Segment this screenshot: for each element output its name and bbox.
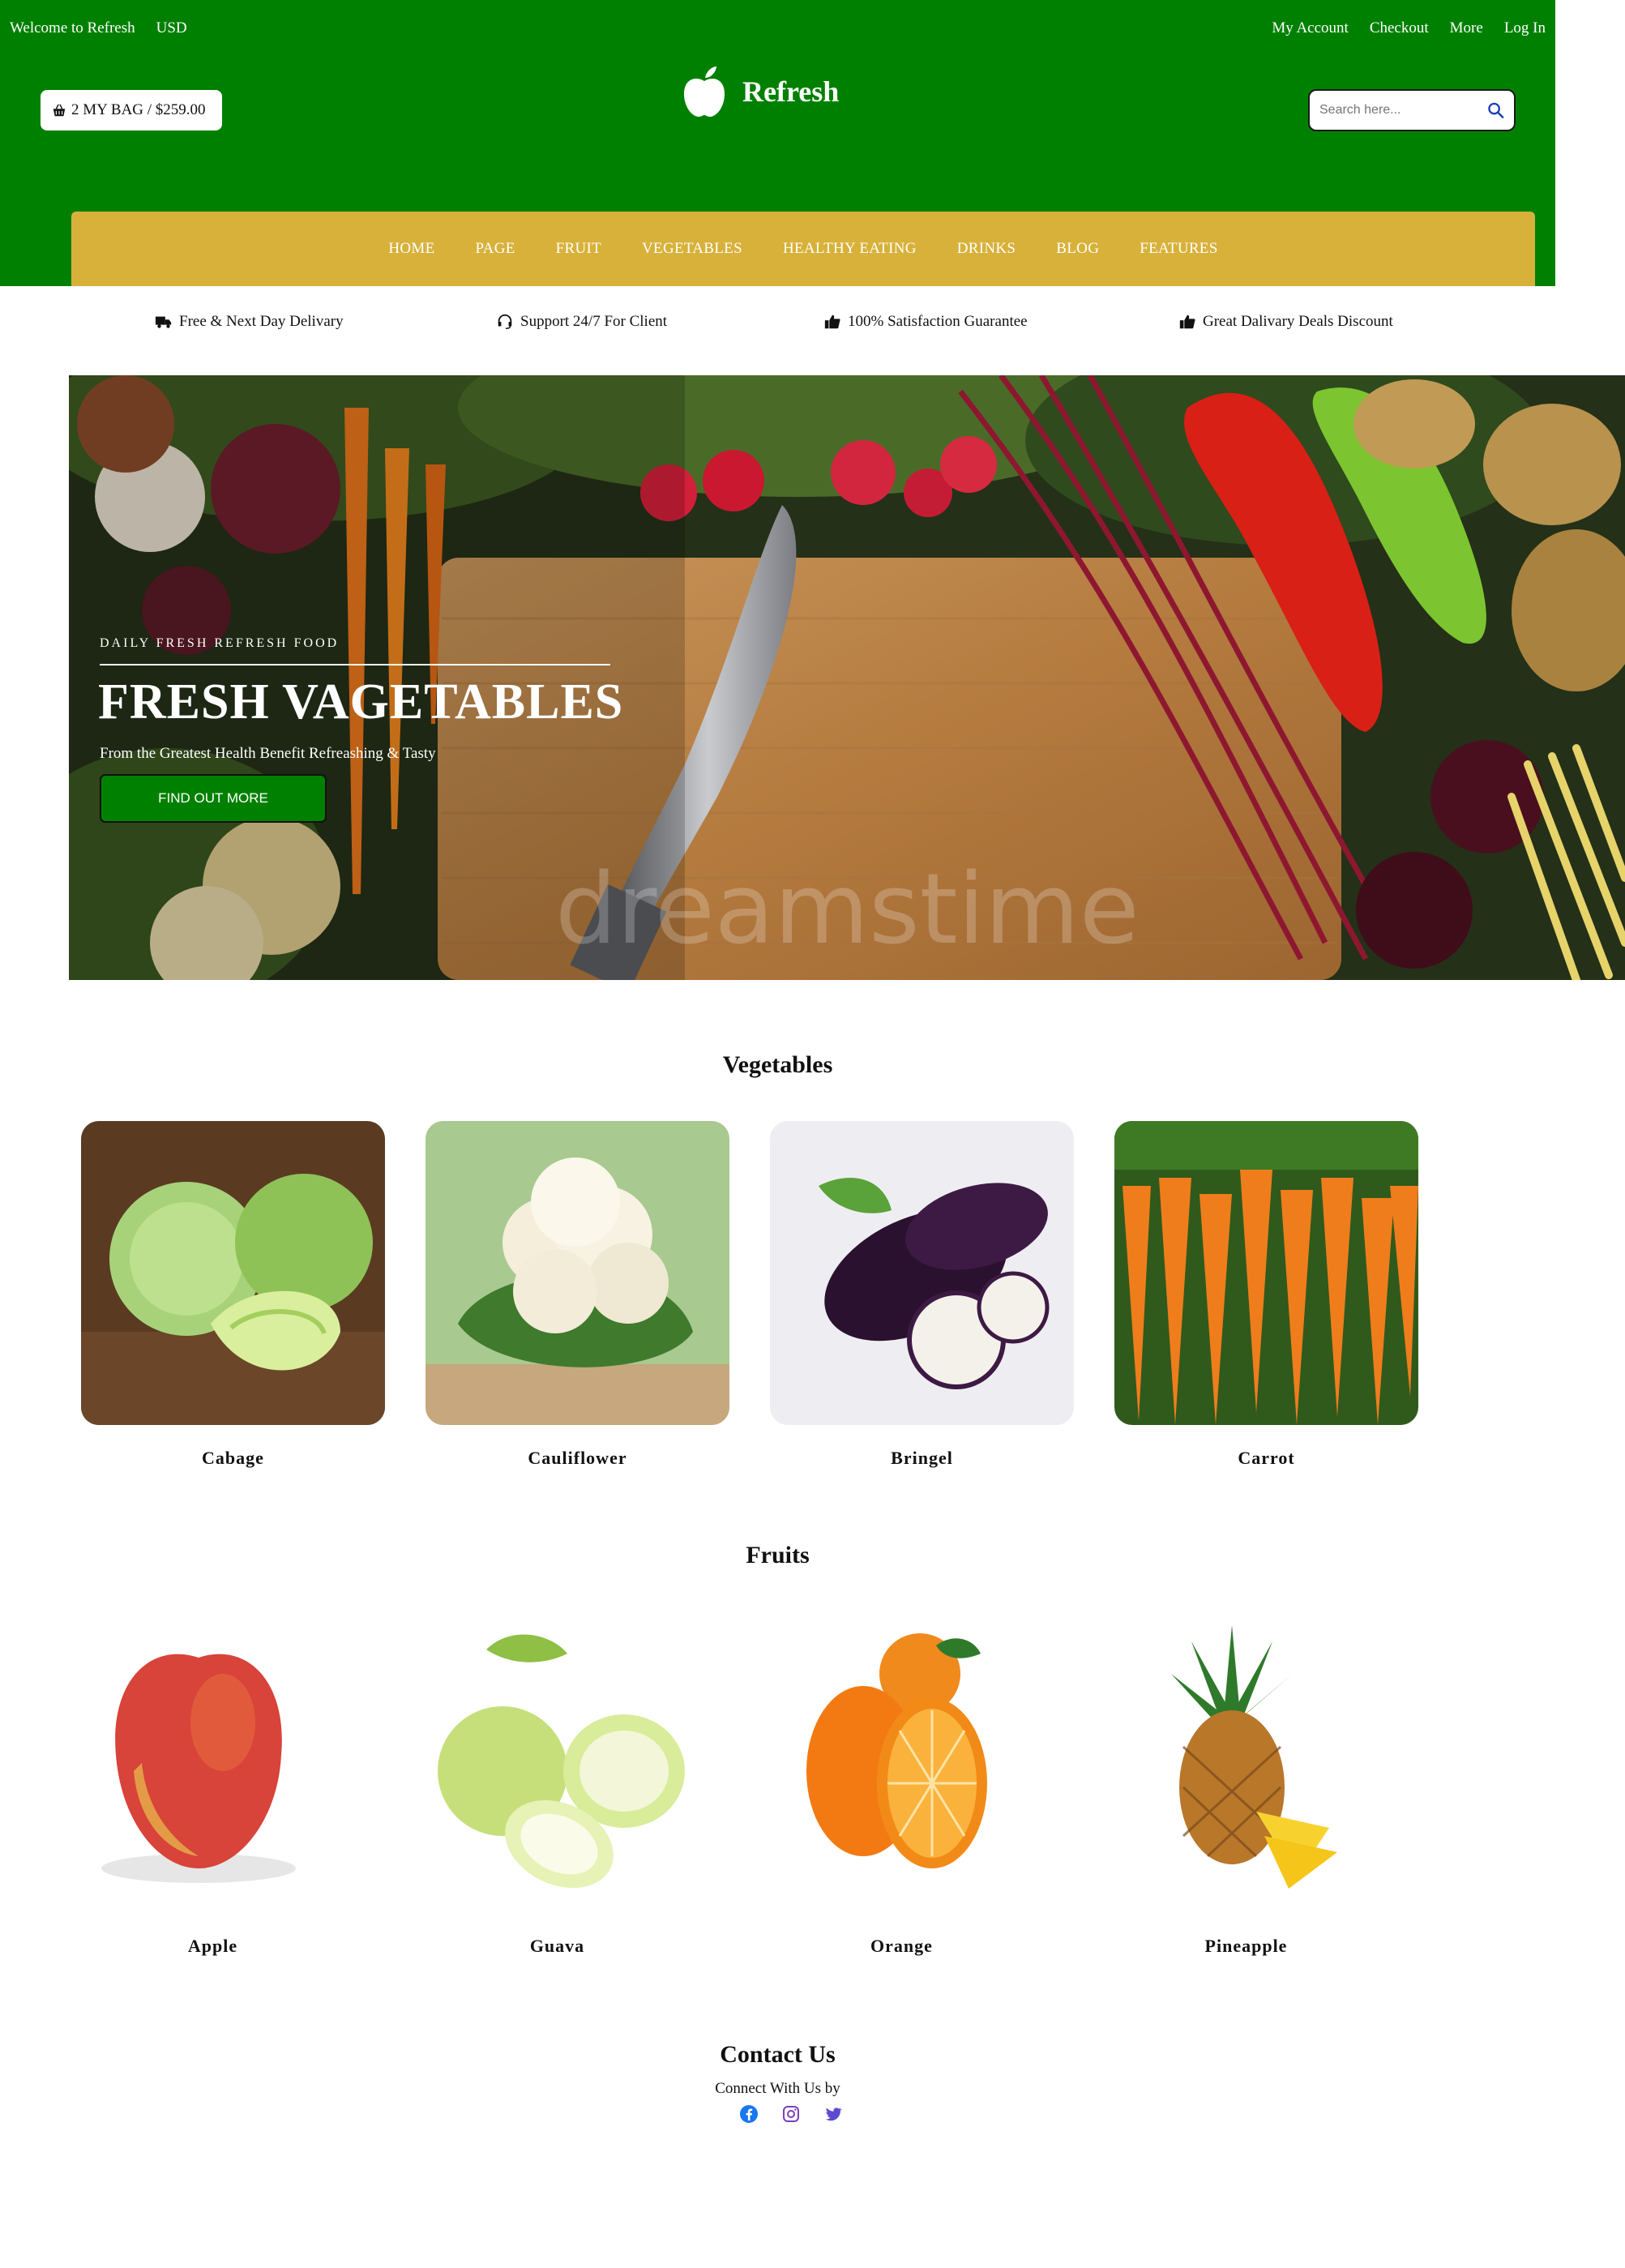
hero-divider bbox=[100, 664, 610, 665]
main-nav: HOME PAGE FRUIT VEGETABLES HEALTHY EATIN… bbox=[71, 212, 1535, 286]
shopping-basket-icon bbox=[53, 104, 66, 117]
topbar-left: Welcome to Refresh USD bbox=[10, 19, 187, 37]
product-card-pineapple[interactable]: Pineapple bbox=[1094, 1609, 1398, 1957]
nav-home[interactable]: HOME bbox=[388, 240, 434, 258]
search-icon[interactable] bbox=[1487, 101, 1504, 119]
guava-image bbox=[405, 1609, 709, 1913]
my-account-link[interactable]: My Account bbox=[1272, 19, 1348, 37]
brand-logo[interactable]: Refresh bbox=[681, 65, 839, 118]
nav-healthy-eating[interactable]: HEALTHY EATING bbox=[783, 240, 917, 258]
hero-banner: dreamstime DAILY FRESH REFRESH FOOD FRES… bbox=[69, 375, 1625, 980]
bringel-image bbox=[770, 1121, 1074, 1425]
vegetables-heading: Vegetables bbox=[722, 1051, 833, 1078]
feature-delivery: Free & Next Day Delivary bbox=[155, 313, 344, 331]
hero-subtitle: From the Greatest Health Benefit Refreas… bbox=[100, 745, 436, 762]
product-name: Apple bbox=[187, 1936, 238, 1956]
product-card-cabage[interactable]: Cabage bbox=[81, 1121, 385, 1469]
product-name: Cabage bbox=[202, 1448, 264, 1468]
feature-discount: Great Dalivary Deals Discount bbox=[1178, 313, 1393, 331]
more-link[interactable]: More bbox=[1450, 19, 1483, 37]
product-card-bringel[interactable]: Bringel bbox=[770, 1121, 1074, 1469]
nav-drinks[interactable]: DRINKS bbox=[957, 240, 1016, 258]
headset-icon bbox=[498, 314, 512, 329]
product-name: Bringel bbox=[891, 1448, 953, 1468]
instagram-icon[interactable] bbox=[781, 2104, 801, 2124]
svg-text:dreamstime: dreamstime bbox=[555, 854, 1140, 966]
thumbs-up-icon bbox=[1179, 315, 1195, 329]
feature-guarantee: 100% Satisfaction Guarantee bbox=[823, 313, 1028, 331]
product-name: Guava bbox=[529, 1936, 585, 1956]
product-card-carrot[interactable]: Carrot bbox=[1114, 1121, 1418, 1469]
nav-page[interactable]: PAGE bbox=[476, 240, 515, 258]
cabage-image bbox=[81, 1121, 385, 1425]
search-box bbox=[1308, 89, 1516, 131]
fruits-heading: Fruits bbox=[746, 1542, 810, 1568]
hero-title: FRESH VAGETABLES bbox=[98, 674, 624, 730]
product-name: Orange bbox=[870, 1936, 933, 1956]
find-out-more-button[interactable]: FIND OUT MORE bbox=[100, 774, 327, 823]
product-name: Carrot bbox=[1238, 1448, 1295, 1468]
feature-text: 100% Satisfaction Guarantee bbox=[848, 313, 1028, 330]
facebook-icon[interactable] bbox=[739, 2104, 759, 2124]
contact-heading: Contact Us bbox=[720, 2041, 836, 2068]
product-card-apple[interactable]: Apple bbox=[61, 1609, 365, 1957]
welcome-text: Welcome to Refresh bbox=[10, 19, 135, 36]
nav-fruit[interactable]: FRUIT bbox=[556, 240, 601, 258]
features-strip: Free & Next Day Delivary Support 24/7 Fo… bbox=[0, 313, 1555, 337]
feature-text: Great Dalivary Deals Discount bbox=[1203, 313, 1393, 330]
feature-text: Free & Next Day Delivary bbox=[179, 313, 344, 330]
truck-icon bbox=[155, 316, 172, 328]
social-links bbox=[739, 2104, 843, 2124]
site-header: Welcome to Refresh USD My Account Checko… bbox=[0, 0, 1555, 286]
nav-features[interactable]: FEATURES bbox=[1140, 240, 1217, 258]
nav-blog[interactable]: BLOG bbox=[1056, 240, 1099, 258]
twitter-icon[interactable] bbox=[823, 2104, 843, 2124]
product-name: Pineapple bbox=[1204, 1936, 1288, 1956]
product-card-cauliflower[interactable]: Cauliflower bbox=[425, 1121, 729, 1469]
apple-image bbox=[61, 1609, 365, 1913]
checkout-link[interactable]: Checkout bbox=[1370, 19, 1429, 37]
cart-summary: 2 MY BAG / $259.00 bbox=[71, 101, 206, 118]
search-input[interactable] bbox=[1319, 103, 1487, 118]
carrot-image bbox=[1114, 1121, 1418, 1425]
topbar-links: My Account Checkout More Log In bbox=[1272, 19, 1546, 37]
cauliflower-image bbox=[425, 1121, 729, 1425]
contact-subtitle: Connect With Us by bbox=[715, 2080, 840, 2097]
product-card-orange[interactable]: Orange bbox=[750, 1609, 1054, 1957]
product-card-guava[interactable]: Guava bbox=[405, 1609, 709, 1957]
currency-selector[interactable]: USD bbox=[156, 19, 187, 37]
nav-vegetables[interactable]: VEGETABLES bbox=[642, 240, 742, 258]
pineapple-image bbox=[1094, 1609, 1398, 1913]
thumbs-up-icon bbox=[824, 315, 840, 329]
log-in-link[interactable]: Log In bbox=[1504, 19, 1546, 37]
feature-text: Support 24/7 For Client bbox=[520, 313, 668, 330]
product-name: Cauliflower bbox=[528, 1448, 627, 1468]
apple-icon bbox=[684, 66, 725, 117]
hero-eyebrow: DAILY FRESH REFRESH FOOD bbox=[100, 636, 340, 650]
feature-support: Support 24/7 For Client bbox=[496, 313, 667, 331]
orange-image bbox=[750, 1609, 1054, 1913]
brand-name: Refresh bbox=[742, 75, 840, 108]
cart-button[interactable]: 2 MY BAG / $259.00 bbox=[41, 90, 222, 131]
